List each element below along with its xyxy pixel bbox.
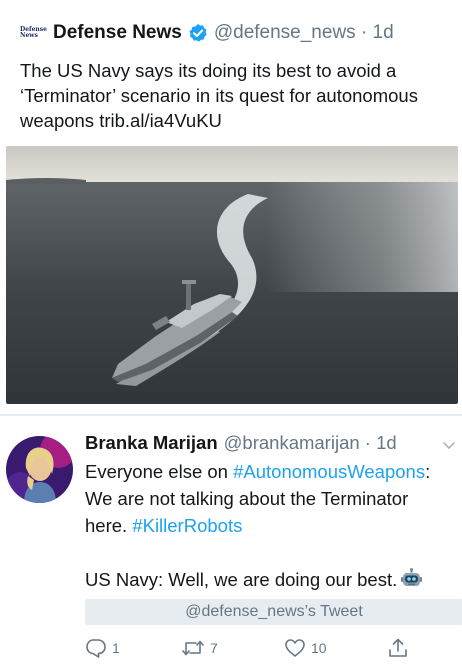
hashtag-autonomous-weapons[interactable]: #AutonomousWeapons — [233, 461, 425, 482]
author-handle-time: @brankamarijan · 1d — [223, 432, 397, 453]
retweet-icon — [181, 637, 210, 659]
tweet-header: Branka Marijan @brankamarijan · 1d — [85, 430, 455, 456]
tweet-line-2: We are not talking about the Terminator — [85, 488, 409, 509]
quoted-tweet-link[interactable]: @defense_news’s Tweet — [85, 599, 462, 625]
share-button[interactable] — [387, 636, 414, 660]
tweet-text: Everyone else on #AutonomousWeapons: We … — [85, 458, 462, 593]
chevron-down-icon[interactable] — [443, 437, 455, 449]
like-count: 10 — [311, 640, 327, 656]
tweet-line-4: US Navy: Well, we are doing our best. — [85, 566, 462, 593]
reply-icon — [85, 637, 112, 659]
text-segment: Everyone else on — [85, 461, 234, 482]
heart-icon — [284, 637, 311, 659]
defense-news-logo: Defense News — [20, 23, 47, 43]
tweet-line-3: here. #KillerRobots — [85, 512, 462, 539]
like-button[interactable]: 10 — [284, 636, 327, 660]
hashtag-killer-robots[interactable]: #KillerRobots — [132, 515, 242, 536]
tweet-line-1: Everyone else on #AutonomousWeapons: — [85, 458, 462, 485]
robot-emoji-icon — [401, 568, 423, 589]
reply-count: 1 — [112, 640, 120, 656]
tweet-divider — [0, 414, 462, 416]
author-name[interactable]: Branka Marijan — [85, 432, 218, 454]
text-segment: : — [425, 461, 431, 482]
quoted-tweet-text: The US Navy says its doing its best to a… — [20, 60, 418, 131]
quoted-tweet-header: Defense News Defense News @defense_news … — [20, 20, 394, 46]
text-segment: US Navy: Well, we are doing our best. — [85, 569, 398, 590]
verified-badge-icon — [188, 23, 208, 43]
text-segment: here. — [85, 515, 133, 536]
share-icon — [387, 637, 414, 659]
avatar[interactable] — [6, 436, 73, 503]
quoted-handle-time: @defense_news · 1d — [213, 22, 394, 43]
logo-line-2: News — [20, 32, 38, 39]
quoted-tweet-card[interactable]: Defense News Defense News @defense_news … — [0, 0, 462, 404]
retweet-count: 7 — [210, 640, 218, 656]
quoted-account-name[interactable]: Defense News — [53, 22, 182, 44]
quoted-tweet-image[interactable] — [6, 146, 458, 404]
reply-button[interactable]: 1 — [85, 636, 120, 660]
tweet-actions: 1 7 10 — [85, 636, 415, 660]
retweet-button[interactable]: 7 — [181, 636, 218, 660]
